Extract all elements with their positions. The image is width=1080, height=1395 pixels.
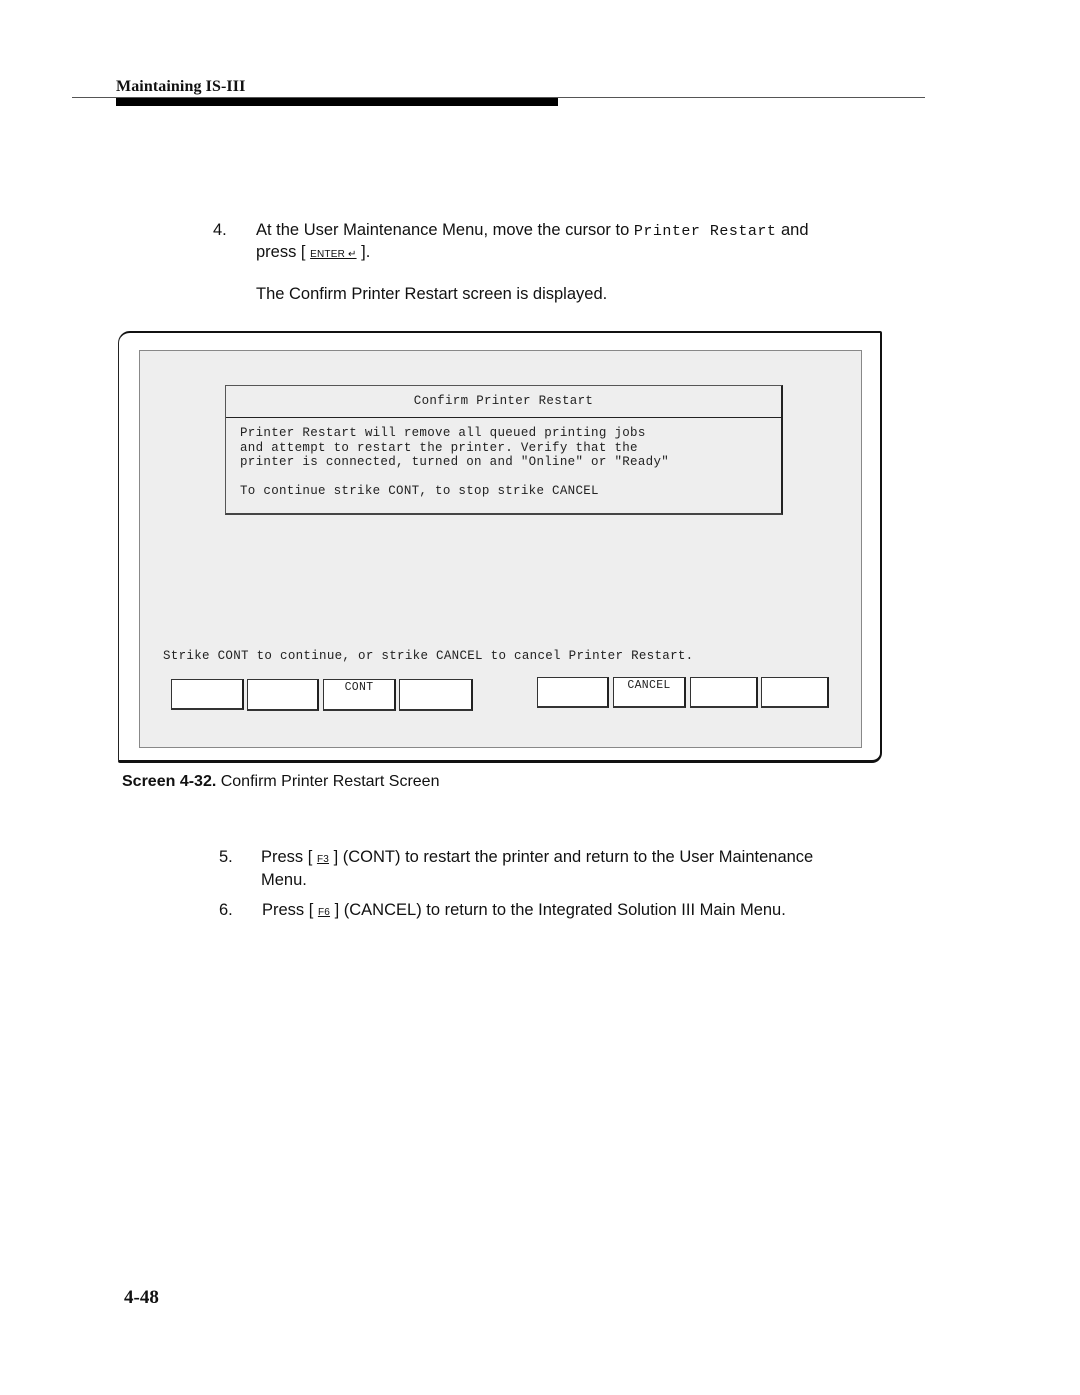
dialog-line: Printer Restart will remove all queued p… — [240, 426, 646, 440]
f6-key: F6 — [317, 907, 331, 918]
step-text: Menu. — [261, 871, 307, 889]
function-key-f3-cont[interactable]: CONT — [323, 679, 396, 711]
function-key-f6-cancel[interactable]: CANCEL — [613, 677, 686, 708]
function-key-f8[interactable] — [761, 677, 829, 708]
dialog-instruction: To continue strike CONT, to stop strike … — [240, 483, 599, 498]
function-key-f2[interactable] — [247, 679, 319, 711]
menu-option-code: Printer Restart — [633, 223, 777, 240]
function-key-f5[interactable] — [537, 677, 609, 708]
function-key-f1[interactable] — [171, 679, 244, 710]
step-text: At the User Maintenance Menu, move the c… — [256, 221, 634, 239]
confirm-dialog: Confirm Printer Restart Printer Restart … — [225, 385, 783, 515]
dialog-body: Printer Restart will remove all queued p… — [226, 418, 781, 498]
caption-label: Screen 4-32. — [122, 773, 217, 790]
dialog-title: Confirm Printer Restart — [226, 386, 781, 418]
step-text: and — [776, 221, 809, 239]
header-bar — [116, 98, 558, 106]
enter-key: ENTER ↵ — [310, 249, 357, 260]
header-title: Maintaining IS-III — [116, 78, 246, 95]
step-text: Press [ — [262, 901, 318, 919]
step-text: ] (CONT) to restart the printer and retu… — [329, 848, 814, 866]
step-result: The Confirm Printer Restart screen is di… — [256, 285, 608, 303]
function-key-f7[interactable] — [690, 677, 758, 708]
step-number: 4. — [213, 221, 227, 239]
dialog-line: and attempt to restart the printer. Veri… — [240, 440, 638, 455]
step-text: ]. — [356, 243, 371, 261]
status-line: Strike CONT to continue, or strike CANCE… — [163, 649, 694, 663]
caption-text: Confirm Printer Restart Screen — [216, 773, 440, 790]
f3-key: F3 — [316, 854, 330, 865]
step-number: 5. — [219, 848, 233, 866]
step-text: Press [ — [261, 848, 317, 866]
figure-caption: Screen 4-32. Confirm Printer Restart Scr… — [122, 773, 439, 791]
page-number: 4-48 — [124, 1287, 159, 1308]
step-number: 6. — [219, 901, 233, 919]
terminal-screen: Confirm Printer Restart Printer Restart … — [139, 350, 862, 748]
step-text: ] (CANCEL) to return to the Integrated S… — [330, 901, 786, 919]
dialog-line: printer is connected, turned on and "Onl… — [240, 455, 670, 469]
function-key-f4[interactable] — [399, 679, 473, 711]
step-text: press [ — [256, 243, 311, 261]
